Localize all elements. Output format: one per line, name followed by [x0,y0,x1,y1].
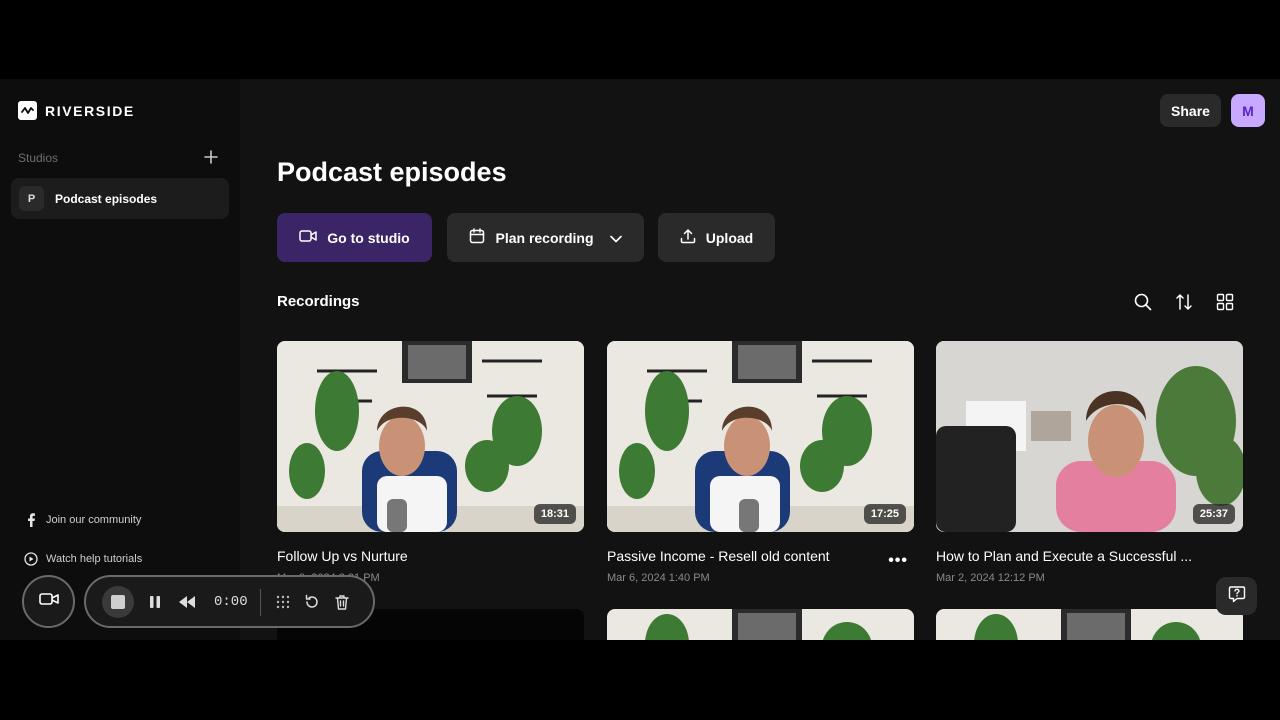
recording-card-thumbnail-partial[interactable] [936,609,1243,640]
recorder-camera-button[interactable] [22,575,75,628]
upload-label: Upload [705,229,754,246]
toolbar-divider [260,589,261,616]
chevron-down-icon [609,230,622,246]
upload-button[interactable]: Upload [658,213,775,262]
drag-handle-icon[interactable] [273,592,293,612]
recording-title[interactable]: Follow Up vs Nurture [277,548,408,564]
recording-timer: 0:00 [214,594,248,610]
recorder-toolbar: 0:00 [84,575,375,628]
video-camera-icon [38,592,59,611]
watch-tutorials-label: Watch help tutorials [46,553,143,565]
plan-recording-label: Plan recording [495,229,594,246]
recording-date: Mar 6, 2024 1:40 PM [607,572,710,584]
recording-thumbnail[interactable]: 25:37 [936,341,1243,532]
stop-icon [111,595,125,609]
play-circle-icon [24,552,38,566]
watch-tutorials-link[interactable]: Watch help tutorials [24,552,142,566]
trash-icon[interactable] [332,592,352,612]
app-window: RIVERSIDE Studios P Podcast episodes Joi… [0,79,1280,640]
restart-icon[interactable] [302,592,322,612]
brand-name: RIVERSIDE [45,102,135,119]
more-options-icon[interactable]: ••• [888,552,908,570]
recording-thumbnail[interactable]: 18:31 [277,341,584,532]
search-icon[interactable] [1132,291,1154,313]
sidebar-item-podcast-episodes[interactable]: P Podcast episodes [11,178,229,219]
stop-recording-button[interactable] [102,586,134,618]
join-community-link[interactable]: Join our community [24,513,141,527]
calendar-icon [469,228,485,247]
grid-view-icon[interactable] [1214,291,1236,313]
add-studio-icon[interactable] [202,149,220,167]
studio-name: Podcast episodes [55,191,158,206]
recordings-heading: Recordings [277,293,360,310]
plan-recording-button[interactable]: Plan recording [447,213,644,262]
studios-label: Studios [18,151,59,165]
go-to-studio-label: Go to studio [327,229,410,246]
recording-thumbnail[interactable]: 17:25 [607,341,914,532]
sort-icon[interactable] [1173,291,1195,313]
video-camera-icon [299,229,318,246]
join-community-label: Join our community [46,514,142,526]
rewind-icon[interactable] [177,592,197,612]
pause-icon[interactable] [145,592,165,612]
brand-logo[interactable]: RIVERSIDE [18,101,135,120]
recording-card-thumbnail-partial[interactable] [607,609,914,640]
page-title: Podcast episodes [277,157,507,187]
studio-avatar: P [19,186,44,211]
recording-title[interactable]: Passive Income - Resell old content [607,548,830,564]
user-avatar[interactable]: M [1231,94,1265,127]
recording-title[interactable]: How to Plan and Execute a Successful ... [936,548,1192,564]
upload-icon [680,228,696,247]
recording-date: Mar 2, 2024 12:12 PM [936,572,1045,584]
duration-badge: 18:31 [533,504,576,524]
help-chat-button[interactable] [1216,577,1257,615]
go-to-studio-button[interactable]: Go to studio [277,213,432,262]
letterbox-bottom [0,640,1280,720]
sidebar: RIVERSIDE Studios P Podcast episodes Joi… [0,79,240,640]
share-button[interactable]: Share [1160,94,1221,127]
riverside-logo-icon [18,101,37,120]
duration-badge: 17:25 [863,504,906,524]
duration-badge: 25:37 [1192,504,1235,524]
help-question-icon [1228,585,1246,608]
letterbox-top [0,0,1280,79]
facebook-icon [24,513,38,527]
